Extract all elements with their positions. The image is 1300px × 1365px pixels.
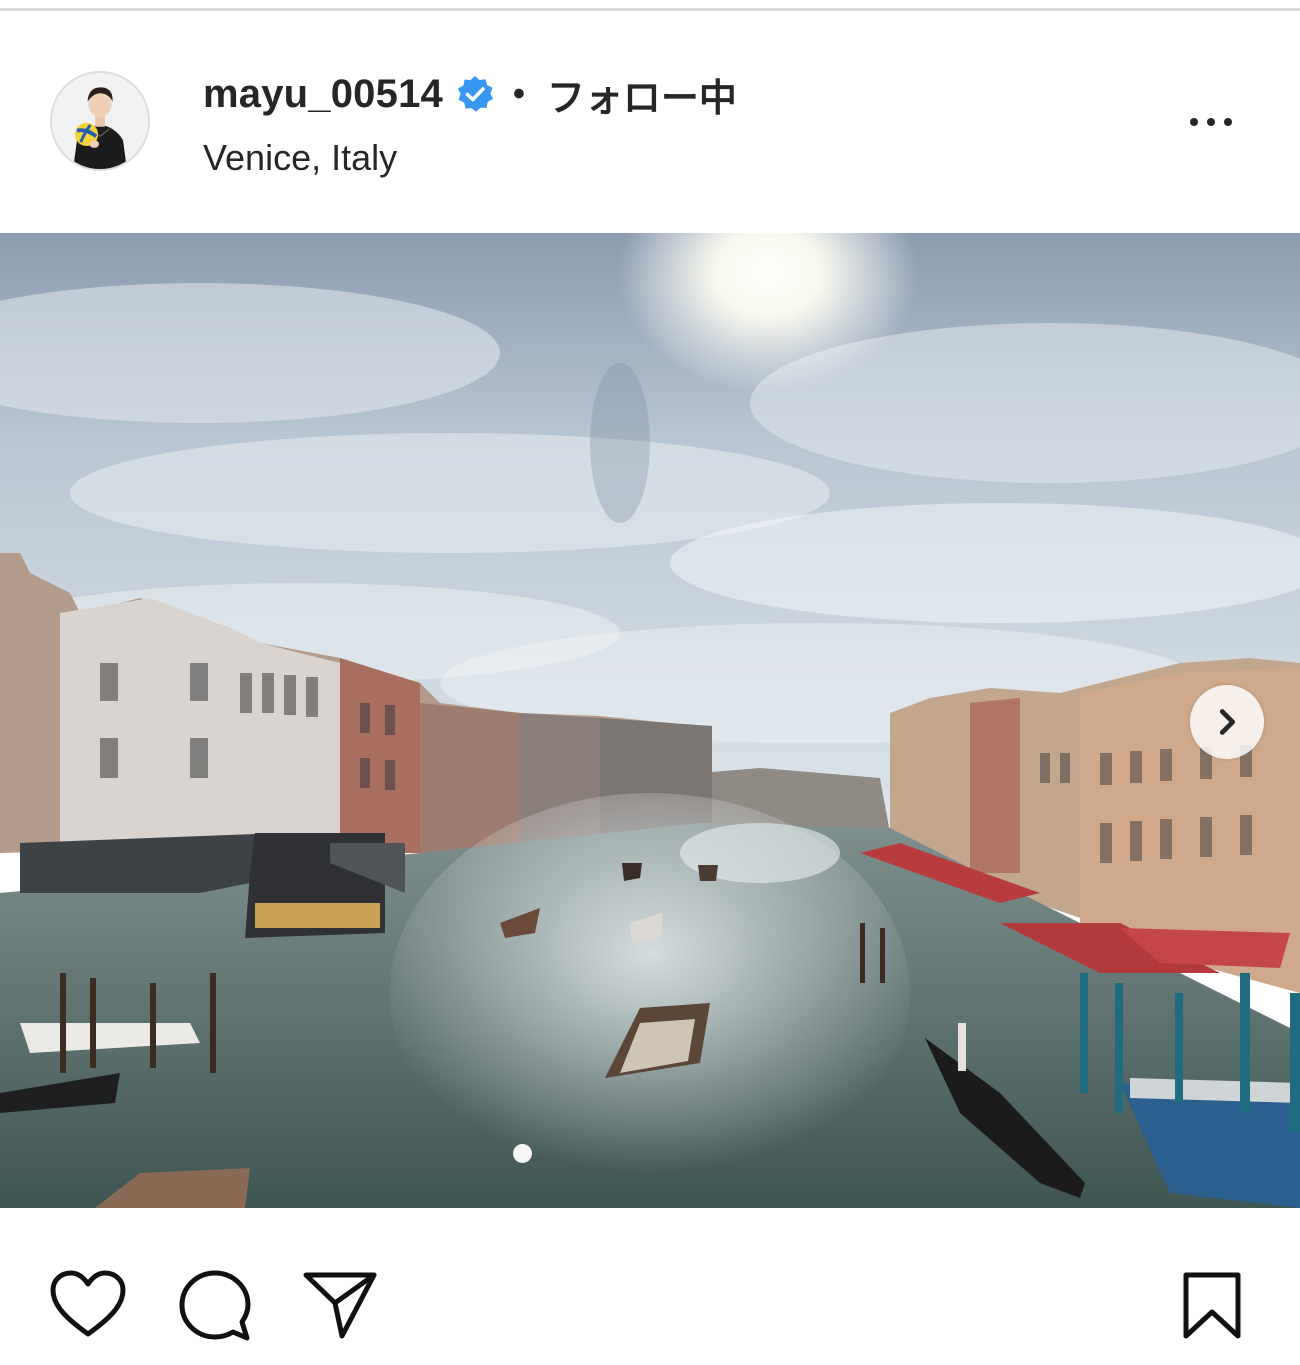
venice-grand-canal-photo [0, 233, 1300, 1208]
username-link[interactable]: mayu_00514 [203, 72, 443, 117]
comment-bubble-icon [179, 1270, 251, 1341]
user-line: mayu_00514 • フォロー中 [203, 67, 737, 122]
avatar-image [52, 73, 148, 169]
separator-dot: • [512, 74, 525, 113]
like-button[interactable] [50, 1270, 126, 1340]
bookmark-icon [1183, 1272, 1241, 1339]
carousel-next-button[interactable] [1190, 685, 1264, 759]
comment-button[interactable] [178, 1268, 252, 1342]
more-options-button[interactable] [1178, 107, 1244, 137]
verified-badge-icon [455, 74, 495, 114]
follow-status-button[interactable]: フォロー中 [547, 67, 737, 122]
carousel-indicator-dot [513, 1144, 532, 1163]
save-button[interactable] [1182, 1272, 1242, 1340]
action-bar [0, 1208, 1300, 1365]
location-link[interactable]: Venice, Italy [203, 137, 397, 179]
paper-plane-icon [303, 1272, 377, 1339]
more-options-icon [1190, 118, 1198, 126]
share-button[interactable] [302, 1270, 378, 1340]
post-header: mayu_00514 • フォロー中 Venice, Italy [0, 11, 1300, 233]
avatar[interactable] [50, 71, 150, 171]
post-photo[interactable] [0, 233, 1300, 1208]
heart-icon [50, 1270, 126, 1337]
chevron-right-icon [1219, 709, 1236, 735]
